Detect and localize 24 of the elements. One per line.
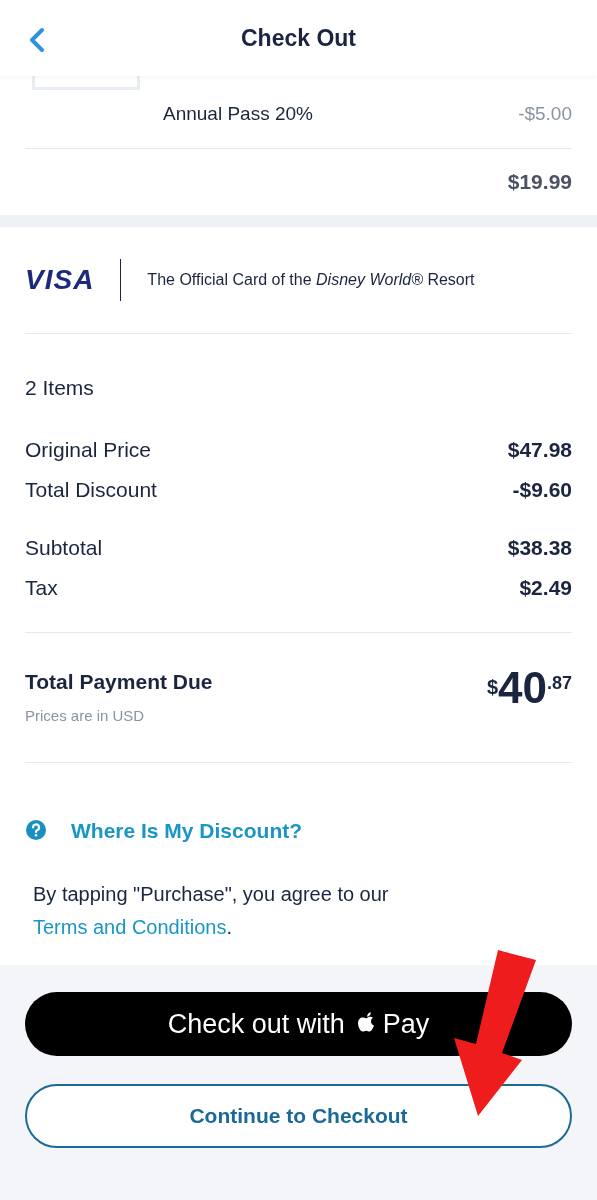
summary-value: -$9.60 bbox=[512, 476, 572, 503]
terms-text: By tapping "Purchase", you agree to our Terms and Conditions. bbox=[33, 882, 390, 940]
terms-link[interactable]: Terms and Conditions bbox=[33, 916, 227, 938]
summary-value: $47.98 bbox=[507, 436, 572, 463]
summary-label: Original Price bbox=[25, 436, 152, 463]
summary-label: Tax bbox=[25, 574, 58, 601]
item-count: 2 Items bbox=[25, 375, 95, 401]
summary-value: $38.38 bbox=[507, 534, 572, 561]
summary-label: Subtotal bbox=[25, 534, 103, 561]
discount-label: Annual Pass 20% bbox=[163, 101, 313, 126]
summary-label: Total Discount bbox=[25, 476, 157, 503]
apple-pay-button[interactable]: Check out with Pay bbox=[25, 992, 572, 1056]
discount-amount: -$5.00 bbox=[518, 101, 572, 126]
summary-value: $2.49 bbox=[519, 574, 572, 601]
continue-checkout-button[interactable]: Continue to Checkout bbox=[25, 1084, 572, 1148]
visa-logo: VISA bbox=[25, 263, 95, 297]
help-icon bbox=[25, 819, 47, 842]
item-total: $19.99 bbox=[507, 169, 572, 196]
promo-text: The Official Card of the Disney World® Resort bbox=[147, 270, 475, 290]
discount-help-link[interactable]: Where Is My Discount? bbox=[71, 814, 303, 846]
total-label: Total Payment Due bbox=[25, 668, 213, 695]
page-title: Check Out bbox=[241, 23, 356, 53]
back-icon[interactable] bbox=[28, 27, 46, 53]
currency-note: Prices are in USD bbox=[25, 706, 146, 726]
